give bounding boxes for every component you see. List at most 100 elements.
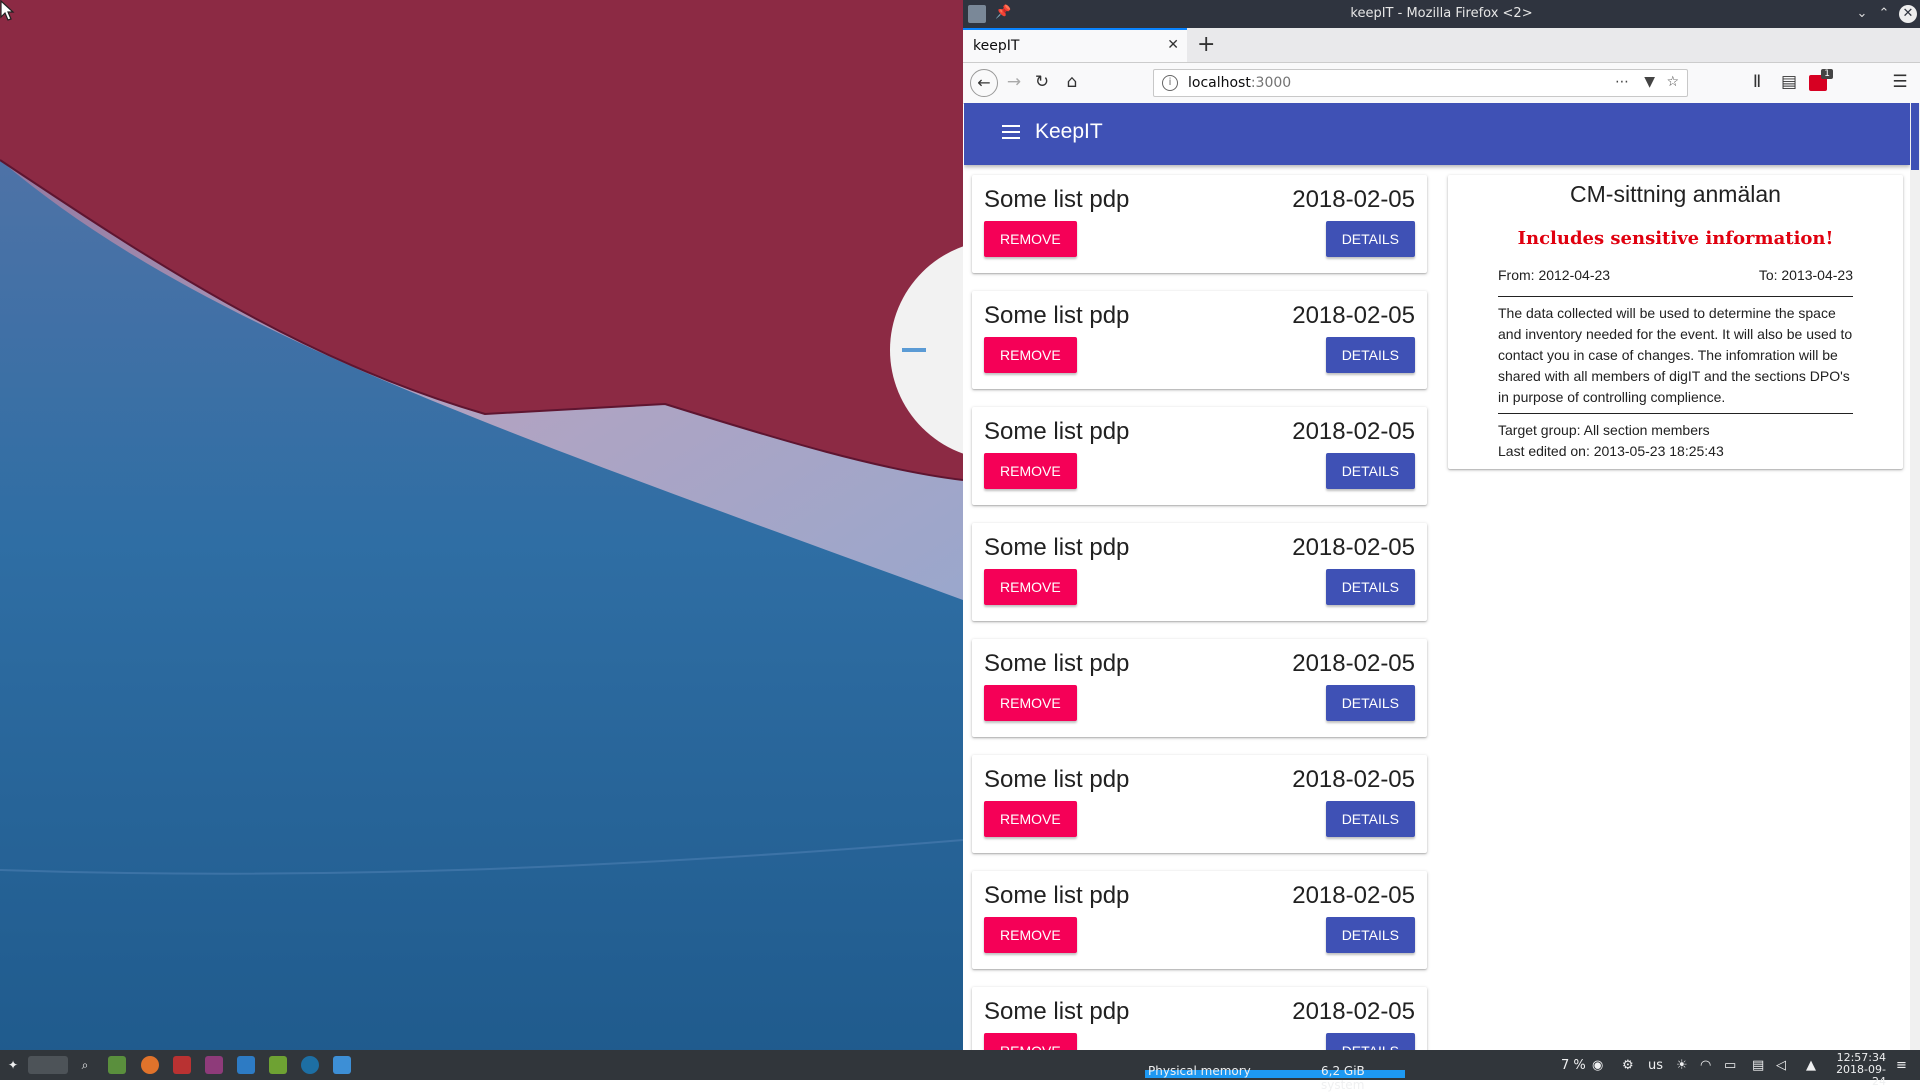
app-task-icon[interactable] bbox=[173, 1056, 191, 1074]
detail-target-group: Target group: All section members bbox=[1498, 422, 1710, 438]
details-button[interactable]: DETAILS bbox=[1325, 453, 1415, 489]
pocket-icon[interactable]: ▼ bbox=[1644, 74, 1655, 90]
pager-icon[interactable] bbox=[28, 1056, 68, 1074]
list-item-date: 2018-02-05 bbox=[1292, 650, 1415, 677]
forward-arrow-icon[interactable]: → bbox=[1003, 72, 1025, 92]
list-item-title: Some list pdp bbox=[984, 418, 1130, 445]
tab-title: keepIT bbox=[973, 38, 1020, 54]
volume-icon[interactable]: ◁ bbox=[1776, 1058, 1786, 1073]
details-button[interactable]: DETAILS bbox=[1325, 221, 1415, 257]
list-item-date: 2018-02-05 bbox=[1292, 766, 1415, 793]
list-item: Some list pdp 2018-02-05 REMOVE DETAILS bbox=[972, 987, 1427, 1050]
reload-icon[interactable]: ↻ bbox=[1031, 72, 1053, 92]
terminal-icon[interactable] bbox=[108, 1056, 126, 1074]
memory-label: Physical memory bbox=[1148, 1064, 1251, 1078]
keepit-app: KeepIT Some list pdp 2018-02-05 REMOVE D… bbox=[964, 103, 1910, 1050]
details-button[interactable]: DETAILS bbox=[1325, 801, 1415, 837]
window-titlebar[interactable]: 📌 keepIT - Mozilla Firefox <2> ⌄ ⌃ ✕ bbox=[963, 0, 1920, 28]
app-bar: KeepIT bbox=[964, 103, 1910, 165]
detail-to-date: To: 2013-04-23 bbox=[1758, 267, 1853, 283]
media-icon[interactable]: ◉ bbox=[1592, 1058, 1603, 1073]
details-button[interactable]: DETAILS bbox=[1325, 569, 1415, 605]
cpu-percent: 7 % bbox=[1561, 1058, 1586, 1073]
search-icon[interactable]: ⌕ bbox=[76, 1056, 94, 1074]
tab-close-icon[interactable]: ✕ bbox=[1167, 37, 1179, 53]
remove-button[interactable]: REMOVE bbox=[984, 685, 1077, 721]
bookmark-star-icon[interactable]: ☆ bbox=[1666, 74, 1679, 90]
url-bar[interactable]: i localhost:3000 ⋯ ▼ ☆ bbox=[1153, 69, 1688, 97]
extension-badge: 1 bbox=[1821, 69, 1833, 79]
new-tab-icon[interactable]: + bbox=[1197, 32, 1215, 57]
tab-keepit[interactable]: keepIT ✕ bbox=[963, 28, 1187, 62]
list-item-title: Some list pdp bbox=[984, 534, 1130, 561]
library-icon[interactable]: Ⅱ bbox=[1746, 72, 1768, 92]
url-port: :3000 bbox=[1250, 75, 1292, 91]
hamburger-menu-icon[interactable] bbox=[1002, 125, 1020, 143]
clock-date: 2018-09-24 bbox=[1836, 1063, 1886, 1088]
close-window-icon[interactable]: ✕ bbox=[1899, 5, 1917, 23]
wifi-icon[interactable]: ◠ bbox=[1700, 1058, 1711, 1073]
back-arrow-icon[interactable]: ← bbox=[970, 69, 998, 97]
detail-from-date: From: 2012-04-23 bbox=[1498, 267, 1611, 283]
firefox-task-icon[interactable] bbox=[141, 1056, 159, 1074]
battery-icon[interactable]: ▭ bbox=[1724, 1058, 1736, 1073]
detail-last-edited: Last edited on: 2013-05-23 18:25:43 bbox=[1498, 443, 1724, 459]
url-host: localhost bbox=[1188, 75, 1251, 91]
list-item: Some list pdp 2018-02-05 REMOVE DETAILS bbox=[972, 755, 1427, 853]
page-actions-icon[interactable]: ⋯ bbox=[1615, 74, 1629, 90]
url-text[interactable]: localhost:3000 bbox=[1188, 75, 1291, 91]
divider bbox=[1498, 296, 1853, 297]
list-item-date: 2018-02-05 bbox=[1292, 302, 1415, 329]
tray-expand-icon[interactable]: ▲ bbox=[1806, 1058, 1816, 1073]
page-scrollbar-thumb[interactable] bbox=[1911, 103, 1919, 170]
detail-description: The data collected will be used to deter… bbox=[1498, 305, 1853, 405]
maximize-icon[interactable]: ⌃ bbox=[1874, 4, 1894, 24]
remove-button[interactable]: REMOVE bbox=[984, 569, 1077, 605]
home-icon[interactable]: ⌂ bbox=[1061, 72, 1083, 92]
list-item: Some list pdp 2018-02-05 REMOVE DETAILS bbox=[972, 639, 1427, 737]
app-task-icon[interactable] bbox=[237, 1056, 255, 1074]
list-item-date: 2018-02-05 bbox=[1292, 882, 1415, 909]
list-item-date: 2018-02-05 bbox=[1292, 418, 1415, 445]
details-button[interactable]: DETAILS bbox=[1325, 685, 1415, 721]
app-task-icon[interactable] bbox=[205, 1056, 223, 1074]
app-task-icon[interactable] bbox=[269, 1056, 287, 1074]
tab-bar: keepIT ✕ + bbox=[963, 28, 1920, 63]
extension-icon[interactable]: 1 bbox=[1809, 69, 1833, 91]
list-item: Some list pdp 2018-02-05 REMOVE DETAILS bbox=[972, 175, 1427, 273]
app-task-icon[interactable] bbox=[301, 1056, 319, 1074]
taskbar: ✦ ⌕ Physical memory 6,2 GiB system 7 % ◉… bbox=[0, 1050, 1920, 1092]
remove-button[interactable]: REMOVE bbox=[984, 801, 1077, 837]
clock[interactable]: 12:57:34 2018-09-24 bbox=[1830, 1052, 1886, 1088]
details-button[interactable]: DETAILS bbox=[1325, 1033, 1415, 1050]
remove-button[interactable]: REMOVE bbox=[984, 453, 1077, 489]
remove-button[interactable]: REMOVE bbox=[984, 337, 1077, 373]
list-item-title: Some list pdp bbox=[984, 882, 1130, 909]
sidebar-icon[interactable]: ▤ bbox=[1778, 72, 1800, 92]
sensitive-warning: Includes sensitive information! bbox=[1517, 228, 1834, 249]
detail-card: CM-sittning anmälan Includes sensitive i… bbox=[1448, 175, 1903, 469]
mouse-cursor-icon bbox=[0, 0, 15, 21]
menu-icon[interactable]: ☰ bbox=[1889, 72, 1911, 92]
site-info-icon[interactable]: i bbox=[1162, 75, 1178, 91]
list-item-date: 2018-02-05 bbox=[1292, 534, 1415, 561]
minimize-icon[interactable]: ⌄ bbox=[1852, 4, 1872, 24]
remove-button[interactable]: REMOVE bbox=[984, 917, 1077, 953]
list-item-date: 2018-02-05 bbox=[1292, 998, 1415, 1025]
clipboard-icon[interactable]: ▤ bbox=[1752, 1058, 1764, 1073]
remove-button[interactable]: REMOVE bbox=[984, 1033, 1077, 1050]
keyboard-layout[interactable]: us bbox=[1648, 1058, 1663, 1073]
navigation-toolbar: ← → ↻ ⌂ i localhost:3000 ⋯ ▼ ☆ Ⅱ ▤ 1 ☰ bbox=[963, 63, 1920, 104]
settings-icon[interactable]: ⚙ bbox=[1622, 1058, 1634, 1073]
list-column: Some list pdp 2018-02-05 REMOVE DETAILS … bbox=[972, 175, 1427, 1050]
details-button[interactable]: DETAILS bbox=[1325, 917, 1415, 953]
page-scrollbar[interactable] bbox=[1910, 103, 1920, 1050]
app-launcher-icon[interactable]: ✦ bbox=[4, 1056, 22, 1074]
file-manager-icon[interactable] bbox=[333, 1056, 351, 1074]
list-item-title: Some list pdp bbox=[984, 998, 1130, 1025]
show-desktop-icon[interactable]: ≡ bbox=[1896, 1058, 1907, 1073]
details-button[interactable]: DETAILS bbox=[1325, 337, 1415, 373]
brightness-icon[interactable]: ☀ bbox=[1676, 1058, 1688, 1073]
remove-button[interactable]: REMOVE bbox=[984, 221, 1077, 257]
divider bbox=[1498, 413, 1853, 414]
